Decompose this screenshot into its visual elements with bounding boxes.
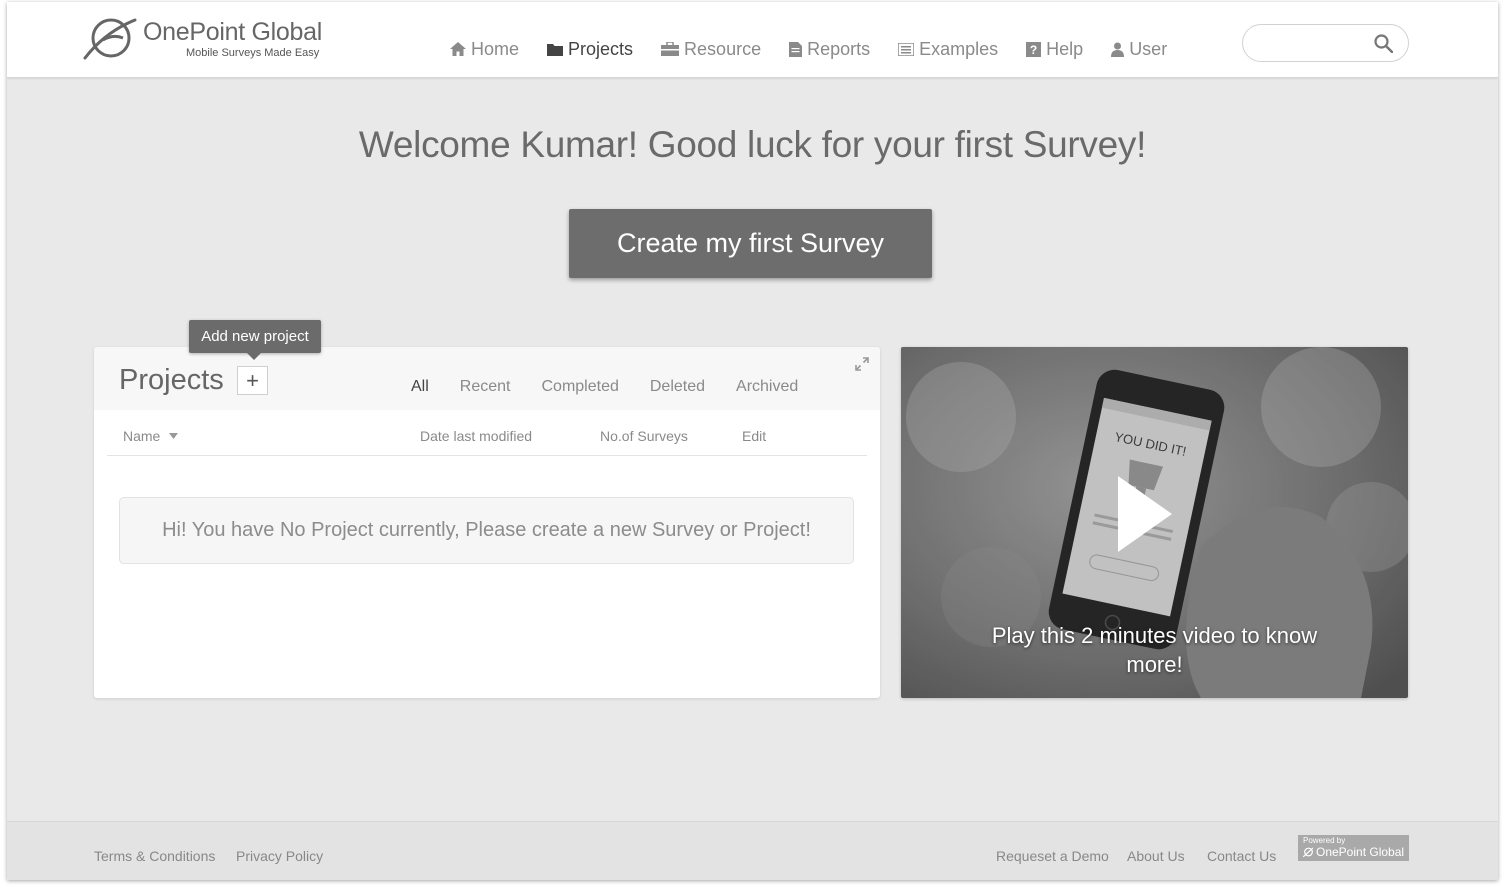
brand-logo[interactable]: OnePoint Global Mobile Surveys Made Easy <box>83 14 333 64</box>
nav-item-home[interactable]: Home <box>450 39 519 60</box>
svg-text:?: ? <box>1030 43 1037 57</box>
tab-all[interactable]: All <box>411 378 429 396</box>
empty-projects-message: Hi! You have No Project currently, Pleas… <box>119 497 854 564</box>
privacy-link[interactable]: Privacy Policy <box>236 848 323 864</box>
nav-label: User <box>1129 38 1168 59</box>
nav-label: Projects <box>568 38 634 59</box>
column-header-surveys[interactable]: No.of Surveys <box>600 428 688 444</box>
terms-link[interactable]: Terms & Conditions <box>94 848 215 864</box>
list-icon <box>898 42 915 56</box>
projects-panel: Projects + All Recent Completed Deleted … <box>94 347 880 698</box>
brand-name: OnePoint Global <box>143 18 322 46</box>
nav-item-user[interactable]: User <box>1111 39 1167 60</box>
intro-video-card[interactable]: YOU DID IT! Play this 2 minutes video to… <box>901 347 1408 698</box>
nav-label: Resource <box>684 38 762 59</box>
search-input[interactable] <box>1257 33 1367 53</box>
tab-completed[interactable]: Completed <box>541 378 618 396</box>
tab-archived[interactable]: Archived <box>736 378 798 396</box>
onepoint-logo-icon <box>83 18 137 60</box>
expand-icon[interactable] <box>855 357 869 371</box>
projects-title: Projects <box>119 364 224 396</box>
top-header: OnePoint Global Mobile Surveys Made Easy… <box>7 2 1498 78</box>
column-header-date[interactable]: Date last modified <box>420 428 532 444</box>
nav-item-projects[interactable]: Projects <box>547 39 633 60</box>
contact-link[interactable]: Contact Us <box>1207 848 1276 864</box>
page-footer: Terms & Conditions Privacy Policy Reques… <box>7 821 1498 880</box>
powered-by-brand: OnePoint Global <box>1303 845 1404 859</box>
add-project-button[interactable]: + <box>237 366 268 395</box>
column-header-name[interactable]: Name <box>123 428 179 444</box>
play-icon[interactable] <box>1114 474 1174 554</box>
column-header-edit: Edit <box>742 428 767 444</box>
welcome-heading: Welcome Kumar! Good luck for your first … <box>358 124 1147 165</box>
sort-caret-icon <box>169 433 179 439</box>
nav-label: Reports <box>807 38 871 59</box>
projects-table-header: Name Date last modified No.of Surveys Ed… <box>107 426 867 456</box>
home-icon <box>450 42 466 56</box>
search-icon[interactable] <box>1374 34 1393 53</box>
powered-by-badge[interactable]: Powered by OnePoint Global <box>1298 835 1409 861</box>
briefcase-icon <box>661 42 680 56</box>
projects-panel-header: Projects + All Recent Completed Deleted … <box>94 347 880 410</box>
request-demo-link[interactable]: Requeset a Demo <box>996 848 1109 864</box>
nav-label: Examples <box>919 38 999 59</box>
tab-recent[interactable]: Recent <box>460 378 511 396</box>
video-caption: Play this 2 minutes video to know more! <box>991 623 1318 677</box>
tab-deleted[interactable]: Deleted <box>650 378 705 396</box>
app-window: OnePoint Global Mobile Surveys Made Easy… <box>7 2 1498 880</box>
project-filter-tabs: All Recent Completed Deleted Archived <box>411 378 829 396</box>
onepoint-logo-icon <box>1303 847 1313 857</box>
powered-by-label: Powered by <box>1303 836 1346 845</box>
nav-label: Home <box>471 38 520 59</box>
nav-label: Help <box>1046 38 1084 59</box>
user-icon <box>1111 42 1125 57</box>
search-box <box>1242 24 1409 62</box>
add-project-tooltip: Add new project <box>189 320 321 360</box>
document-icon <box>789 41 803 57</box>
plus-icon: + <box>246 367 259 393</box>
main-nav: Home Projects Resource Reports Examples … <box>450 34 1195 64</box>
create-first-survey-button[interactable]: Create my first Survey <box>569 209 932 278</box>
nav-item-help[interactable]: ? Help <box>1026 39 1083 60</box>
about-link[interactable]: About Us <box>1127 848 1185 864</box>
nav-item-examples[interactable]: Examples <box>898 39 998 60</box>
nav-item-resource[interactable]: Resource <box>661 39 761 60</box>
folder-icon <box>547 43 564 56</box>
column-label: Name <box>123 428 161 444</box>
help-icon: ? <box>1026 41 1042 57</box>
nav-item-reports[interactable]: Reports <box>789 39 870 60</box>
powered-by-brand-text: OnePoint Global <box>1316 845 1405 859</box>
brand-tagline: Mobile Surveys Made Easy <box>186 47 320 59</box>
